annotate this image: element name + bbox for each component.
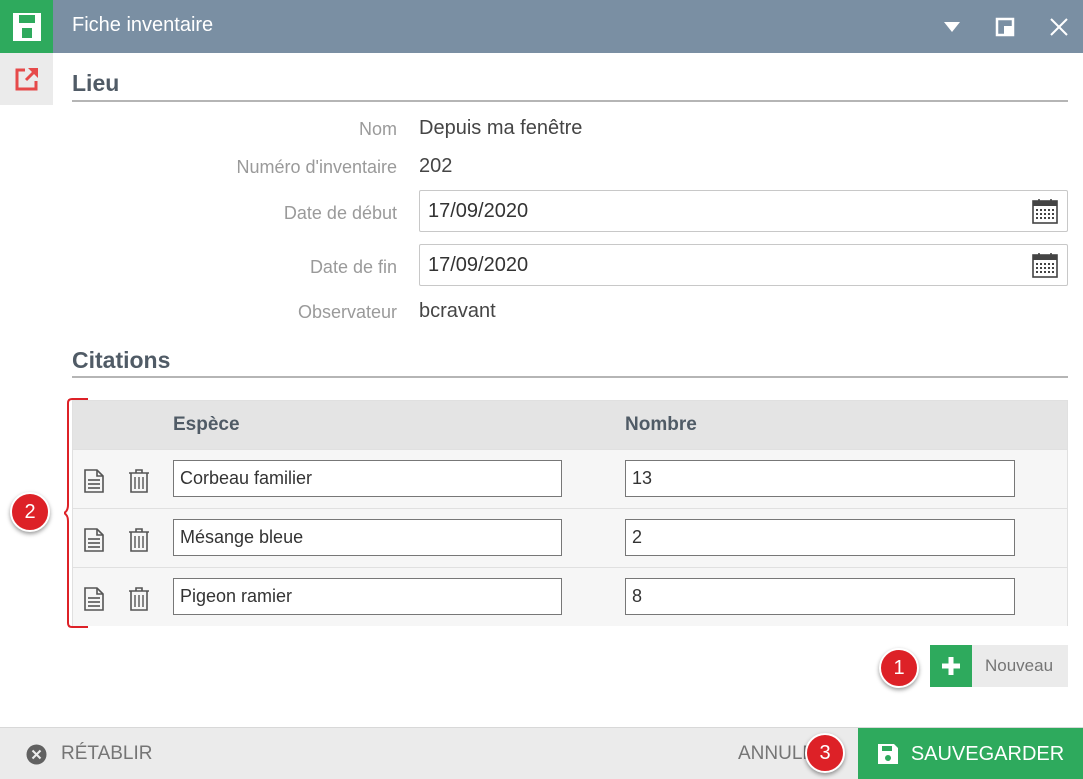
- triangle-down-icon: [944, 22, 960, 32]
- table-header: Espèce Nombre: [73, 401, 1067, 449]
- floppy-disk-icon: [877, 744, 898, 764]
- side-strip: [0, 53, 53, 727]
- section-divider: [72, 376, 1068, 378]
- value-nom: Depuis ma fenêtre: [419, 117, 583, 139]
- value-observateur: bcravant: [419, 300, 496, 322]
- trash-icon[interactable]: [128, 587, 150, 611]
- trash-icon[interactable]: [128, 528, 150, 552]
- save-label: SAUVEGARDER: [910, 742, 1065, 765]
- title-bar: Fiche inventaire: [0, 0, 1083, 53]
- plus-icon-box: [930, 645, 972, 687]
- open-external-button[interactable]: [0, 53, 53, 105]
- annotation-bracket: [64, 398, 88, 628]
- table-row: Corbeau familier 13: [73, 449, 1067, 508]
- trash-icon[interactable]: [128, 469, 150, 493]
- column-header-nombre: Nombre: [625, 414, 697, 435]
- nombre-input[interactable]: 13: [625, 460, 1015, 497]
- table-row: Mésange bleue 2: [73, 508, 1067, 567]
- reset-button[interactable]: RÉTABLIR: [26, 743, 153, 765]
- label-date-debut: Date de début: [283, 203, 397, 223]
- restore-button[interactable]: [991, 13, 1019, 41]
- date-debut-value: 17/09/2020: [428, 200, 529, 222]
- reset-label: RÉTABLIR: [61, 743, 153, 764]
- section-title-lieu: Lieu: [72, 70, 120, 96]
- nombre-input[interactable]: 2: [625, 519, 1015, 556]
- date-fin-input[interactable]: 17/09/2020: [419, 244, 1068, 286]
- close-icon: [1050, 18, 1068, 36]
- label-nom: Nom: [358, 119, 397, 139]
- column-header-espece: Espèce: [173, 414, 240, 435]
- annotation-badge-2: 2: [10, 492, 50, 532]
- espece-input[interactable]: Mésange bleue: [173, 519, 562, 556]
- value-numero: 202: [419, 155, 453, 177]
- add-citation-label: Nouveau: [985, 656, 1054, 675]
- external-link-icon: [15, 67, 38, 91]
- window-title: Fiche inventaire: [72, 14, 214, 36]
- save-button[interactable]: SAUVEGARDER: [858, 728, 1083, 779]
- window-restore-icon: [995, 17, 1015, 37]
- citations-table: Espèce Nombre Corbeau familier 13 Mésang…: [72, 400, 1068, 626]
- annotation-badge-1: 1: [879, 648, 919, 688]
- section-divider: [72, 100, 1068, 102]
- nombre-input[interactable]: 8: [625, 578, 1015, 615]
- label-numero: Numéro d'inventaire: [236, 157, 397, 177]
- dropdown-button[interactable]: [938, 13, 966, 41]
- add-citation-button[interactable]: Nouveau: [930, 645, 1068, 687]
- calendar-icon[interactable]: [1032, 252, 1058, 278]
- espece-input[interactable]: Pigeon ramier: [173, 578, 562, 615]
- label-date-fin: Date de fin: [309, 257, 397, 277]
- label-observateur: Observateur: [297, 302, 397, 322]
- app-save-icon[interactable]: [0, 0, 53, 53]
- close-button[interactable]: [1045, 13, 1073, 41]
- circle-x-icon: [26, 744, 47, 764]
- plus-icon: [942, 657, 960, 675]
- section-title-citations: Citations: [72, 347, 171, 373]
- annotation-badge-3: 3: [805, 733, 845, 773]
- footer-bar: RÉTABLIR ANNULER SAUVEGARDER: [0, 727, 1083, 779]
- table-row: Pigeon ramier 8: [73, 567, 1067, 626]
- date-debut-input[interactable]: 17/09/2020: [419, 190, 1068, 232]
- calendar-icon[interactable]: [1032, 198, 1058, 224]
- espece-input[interactable]: Corbeau familier: [173, 460, 562, 497]
- date-fin-value: 17/09/2020: [428, 254, 529, 276]
